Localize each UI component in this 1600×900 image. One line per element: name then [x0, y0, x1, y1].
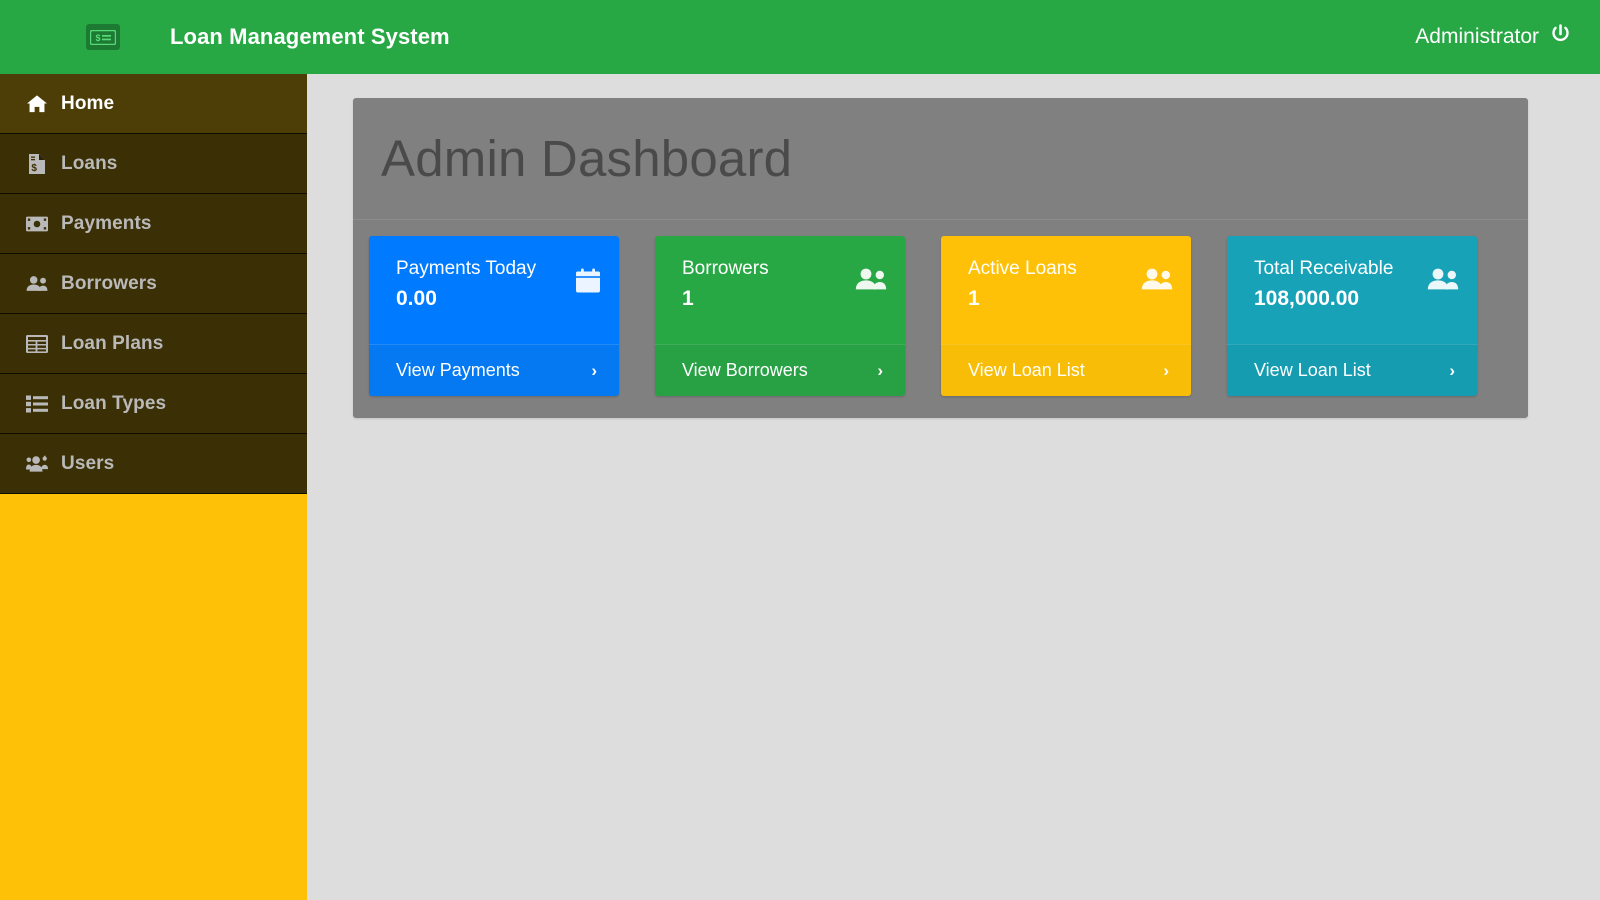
money-bill-icon [26, 213, 48, 235]
users-icon [1141, 268, 1173, 290]
stat-card-body: Active Loans 1 [941, 236, 1191, 344]
calendar-icon [575, 268, 601, 294]
stat-card-borrowers[interactable]: Borrowers 1 View Borrowers › [655, 236, 905, 396]
sidebar-item-loans[interactable]: $ Loans [0, 134, 307, 194]
users-icon [1427, 268, 1459, 290]
chevron-right-icon: › [1449, 361, 1455, 380]
chevron-right-icon: › [591, 361, 597, 380]
stat-card-total-receivable[interactable]: Total Receivable 108,000.00 View Loan Li… [1227, 236, 1477, 396]
sidebar-item-label: Loan Types [61, 392, 167, 414]
stat-card-value: 0.00 [396, 286, 437, 310]
stat-card-footer-link[interactable]: View Loan List › [941, 344, 1191, 396]
sidebar-item-label: Borrowers [61, 272, 157, 294]
stat-card-body: Payments Today 0.00 [369, 236, 619, 344]
user-label: Administrator [1415, 25, 1539, 48]
chevron-right-icon: › [1163, 361, 1169, 380]
top-header: $ Loan Management System Administrator [0, 0, 1600, 74]
sidebar: Home $ Loans Payments Borrowers Loan Pla… [0, 74, 307, 900]
sidebar-item-label: Home [61, 92, 115, 114]
dashboard-panel: Admin Dashboard Payments Today 0.00 View… [353, 98, 1528, 418]
sidebar-item-loan-plans[interactable]: Loan Plans [0, 314, 307, 374]
stat-card-body: Total Receivable 108,000.00 [1227, 236, 1477, 344]
stat-card-body: Borrowers 1 [655, 236, 905, 344]
sidebar-item-label: Users [61, 452, 115, 474]
sidebar-item-label: Payments [61, 212, 152, 234]
file-invoice-dollar-icon: $ [26, 153, 48, 175]
stat-card-footer-link[interactable]: View Borrowers › [655, 344, 905, 396]
sidebar-item-payments[interactable]: Payments [0, 194, 307, 254]
stat-card-footer-link[interactable]: View Payments › [369, 344, 619, 396]
chevron-right-icon: › [877, 361, 883, 380]
stat-card-footer-label: View Loan List [968, 360, 1085, 380]
power-off-icon[interactable] [1549, 23, 1572, 51]
sidebar-item-label: Loans [61, 152, 118, 174]
app-title: Loan Management System [170, 24, 450, 49]
stat-card-value: 108,000.00 [1254, 286, 1360, 310]
stat-card-label: Borrowers [682, 258, 769, 279]
sidebar-item-borrowers[interactable]: Borrowers [0, 254, 307, 314]
stat-card-value: 1 [968, 286, 980, 310]
user-menu[interactable]: Administrator [1415, 0, 1572, 74]
stat-card-active-loans[interactable]: Active Loans 1 View Loan List › [941, 236, 1191, 396]
sidebar-item-home[interactable]: Home [0, 74, 307, 134]
stat-card-value: 1 [682, 286, 694, 310]
page-title: Admin Dashboard [381, 130, 793, 187]
table-icon [26, 333, 48, 355]
sidebar-item-loan-types[interactable]: Loan Types [0, 374, 307, 434]
users-icon [26, 273, 48, 295]
stat-card-footer-label: View Payments [396, 360, 520, 380]
sidebar-item-users[interactable]: Users [0, 434, 307, 494]
sidebar-item-label: Loan Plans [61, 332, 164, 354]
stat-card-label: Active Loans [968, 258, 1077, 279]
stat-card-footer-label: View Borrowers [682, 360, 808, 380]
money-bill-icon: $ [86, 24, 120, 50]
svg-text:$: $ [96, 33, 101, 43]
home-icon [26, 93, 48, 115]
stat-card-label: Payments Today [396, 258, 537, 279]
stat-card-payments-today[interactable]: Payments Today 0.00 View Payments › [369, 236, 619, 396]
stat-card-footer-label: View Loan List [1254, 360, 1371, 380]
stat-card-label: Total Receivable [1254, 258, 1394, 279]
list-icon [26, 393, 48, 415]
dashboard-panel-header: Admin Dashboard [353, 98, 1528, 220]
svg-text:$: $ [31, 163, 37, 174]
app-root: $ Loan Management System Administrator H… [0, 0, 1600, 900]
main-content: Admin Dashboard Payments Today 0.00 View… [307, 74, 1600, 900]
stat-card-footer-link[interactable]: View Loan List › [1227, 344, 1477, 396]
users-cog-icon [26, 453, 48, 475]
stat-card-row: Payments Today 0.00 View Payments › Borr… [353, 220, 1528, 418]
users-icon [855, 268, 887, 290]
sidebar-nav: Home $ Loans Payments Borrowers Loan Pla… [0, 74, 307, 494]
